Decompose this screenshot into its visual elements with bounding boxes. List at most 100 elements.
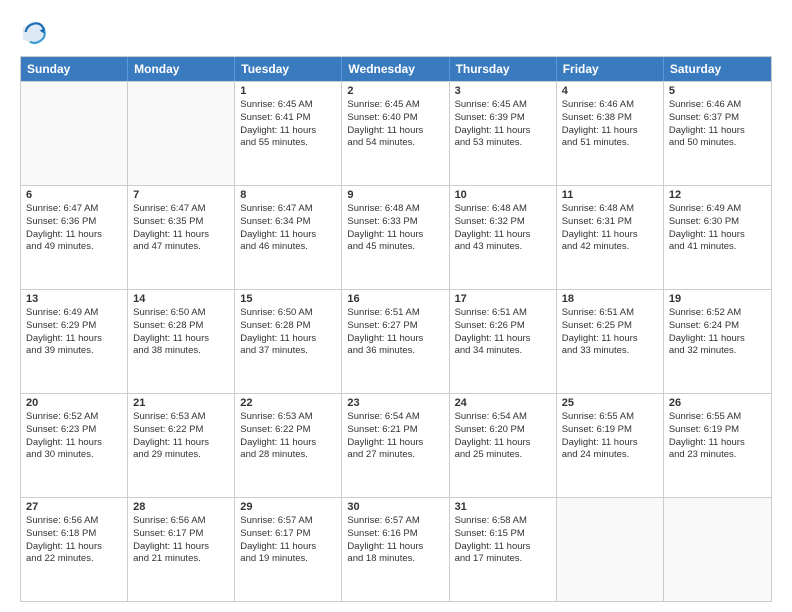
calendar-cell: 8Sunrise: 6:47 AMSunset: 6:34 PMDaylight… [235,186,342,289]
cell-line: and 29 minutes. [133,449,229,462]
cell-line: Daylight: 11 hours [240,333,336,346]
cell-line: Sunrise: 6:45 AM [240,99,336,112]
cell-line: and 45 minutes. [347,241,443,254]
cell-line: Sunrise: 6:50 AM [133,307,229,320]
cell-line: Sunset: 6:26 PM [455,320,551,333]
cell-line: Daylight: 11 hours [455,437,551,450]
calendar-cell: 9Sunrise: 6:48 AMSunset: 6:33 PMDaylight… [342,186,449,289]
cell-line: and 47 minutes. [133,241,229,254]
cell-line: and 28 minutes. [240,449,336,462]
cell-line: and 50 minutes. [669,137,766,150]
cell-line: and 24 minutes. [562,449,658,462]
cell-line: Sunrise: 6:45 AM [347,99,443,112]
day-number: 28 [133,501,229,513]
cell-line: Daylight: 11 hours [347,437,443,450]
cell-line: Sunset: 6:30 PM [669,216,766,229]
calendar-cell: 21Sunrise: 6:53 AMSunset: 6:22 PMDayligh… [128,394,235,497]
logo-icon [20,18,48,46]
cell-line: and 19 minutes. [240,553,336,566]
cell-line: Daylight: 11 hours [669,229,766,242]
cell-line: Daylight: 11 hours [347,333,443,346]
cell-line: Sunset: 6:38 PM [562,112,658,125]
cell-line: Daylight: 11 hours [455,333,551,346]
cell-line: and 32 minutes. [669,345,766,358]
cell-line: Sunrise: 6:51 AM [562,307,658,320]
calendar-cell [557,498,664,601]
cell-line: and 30 minutes. [26,449,122,462]
cell-line: Sunrise: 6:57 AM [240,515,336,528]
cell-line: Sunset: 6:17 PM [240,528,336,541]
cell-line: Sunset: 6:41 PM [240,112,336,125]
cell-line: Sunrise: 6:47 AM [26,203,122,216]
cell-line: and 46 minutes. [240,241,336,254]
day-number: 19 [669,293,766,305]
calendar-cell: 24Sunrise: 6:54 AMSunset: 6:20 PMDayligh… [450,394,557,497]
cell-line: Sunrise: 6:51 AM [455,307,551,320]
day-number: 21 [133,397,229,409]
cell-line: Sunset: 6:27 PM [347,320,443,333]
calendar-row: 1Sunrise: 6:45 AMSunset: 6:41 PMDaylight… [21,81,771,185]
calendar-row: 27Sunrise: 6:56 AMSunset: 6:18 PMDayligh… [21,497,771,601]
cell-line: Sunset: 6:18 PM [26,528,122,541]
cell-line: Daylight: 11 hours [669,125,766,138]
cell-line: Sunset: 6:21 PM [347,424,443,437]
cell-line: Sunset: 6:17 PM [133,528,229,541]
cell-line: Daylight: 11 hours [240,229,336,242]
cell-line: Sunrise: 6:48 AM [347,203,443,216]
calendar-row: 6Sunrise: 6:47 AMSunset: 6:36 PMDaylight… [21,185,771,289]
cell-line: Sunset: 6:24 PM [669,320,766,333]
calendar-cell: 12Sunrise: 6:49 AMSunset: 6:30 PMDayligh… [664,186,771,289]
cell-line: Sunrise: 6:49 AM [669,203,766,216]
weekday-header: Saturday [664,57,771,81]
cell-line: Sunset: 6:36 PM [26,216,122,229]
cell-line: Sunrise: 6:56 AM [26,515,122,528]
cell-line: Daylight: 11 hours [347,229,443,242]
calendar-cell: 6Sunrise: 6:47 AMSunset: 6:36 PMDaylight… [21,186,128,289]
cell-line: Sunrise: 6:51 AM [347,307,443,320]
cell-line: Sunrise: 6:50 AM [240,307,336,320]
cell-line: and 39 minutes. [26,345,122,358]
calendar-cell: 20Sunrise: 6:52 AMSunset: 6:23 PMDayligh… [21,394,128,497]
calendar-cell: 5Sunrise: 6:46 AMSunset: 6:37 PMDaylight… [664,82,771,185]
cell-line: Sunset: 6:25 PM [562,320,658,333]
cell-line: Sunset: 6:39 PM [455,112,551,125]
calendar-cell [128,82,235,185]
cell-line: and 23 minutes. [669,449,766,462]
day-number: 14 [133,293,229,305]
cell-line: Daylight: 11 hours [562,125,658,138]
calendar: SundayMondayTuesdayWednesdayThursdayFrid… [20,56,772,602]
day-number: 1 [240,85,336,97]
cell-line: Sunrise: 6:55 AM [562,411,658,424]
day-number: 4 [562,85,658,97]
calendar-cell: 7Sunrise: 6:47 AMSunset: 6:35 PMDaylight… [128,186,235,289]
cell-line: and 55 minutes. [240,137,336,150]
cell-line: and 51 minutes. [562,137,658,150]
calendar-row: 20Sunrise: 6:52 AMSunset: 6:23 PMDayligh… [21,393,771,497]
cell-line: Daylight: 11 hours [455,541,551,554]
cell-line: Sunrise: 6:46 AM [669,99,766,112]
cell-line: Sunset: 6:37 PM [669,112,766,125]
calendar-body: 1Sunrise: 6:45 AMSunset: 6:41 PMDaylight… [21,81,771,601]
cell-line: and 34 minutes. [455,345,551,358]
day-number: 24 [455,397,551,409]
cell-line: Daylight: 11 hours [347,125,443,138]
logo [20,18,52,46]
cell-line: Sunrise: 6:46 AM [562,99,658,112]
calendar-cell: 25Sunrise: 6:55 AMSunset: 6:19 PMDayligh… [557,394,664,497]
cell-line: Sunset: 6:31 PM [562,216,658,229]
cell-line: Sunrise: 6:54 AM [455,411,551,424]
cell-line: Sunrise: 6:49 AM [26,307,122,320]
cell-line: Sunrise: 6:53 AM [133,411,229,424]
calendar-cell [21,82,128,185]
cell-line: Daylight: 11 hours [562,437,658,450]
calendar-cell: 16Sunrise: 6:51 AMSunset: 6:27 PMDayligh… [342,290,449,393]
day-number: 22 [240,397,336,409]
cell-line: Daylight: 11 hours [240,437,336,450]
cell-line: Sunrise: 6:48 AM [562,203,658,216]
day-number: 7 [133,189,229,201]
cell-line: and 33 minutes. [562,345,658,358]
cell-line: and 36 minutes. [347,345,443,358]
cell-line: Sunset: 6:19 PM [562,424,658,437]
calendar-cell: 31Sunrise: 6:58 AMSunset: 6:15 PMDayligh… [450,498,557,601]
cell-line: Sunrise: 6:56 AM [133,515,229,528]
